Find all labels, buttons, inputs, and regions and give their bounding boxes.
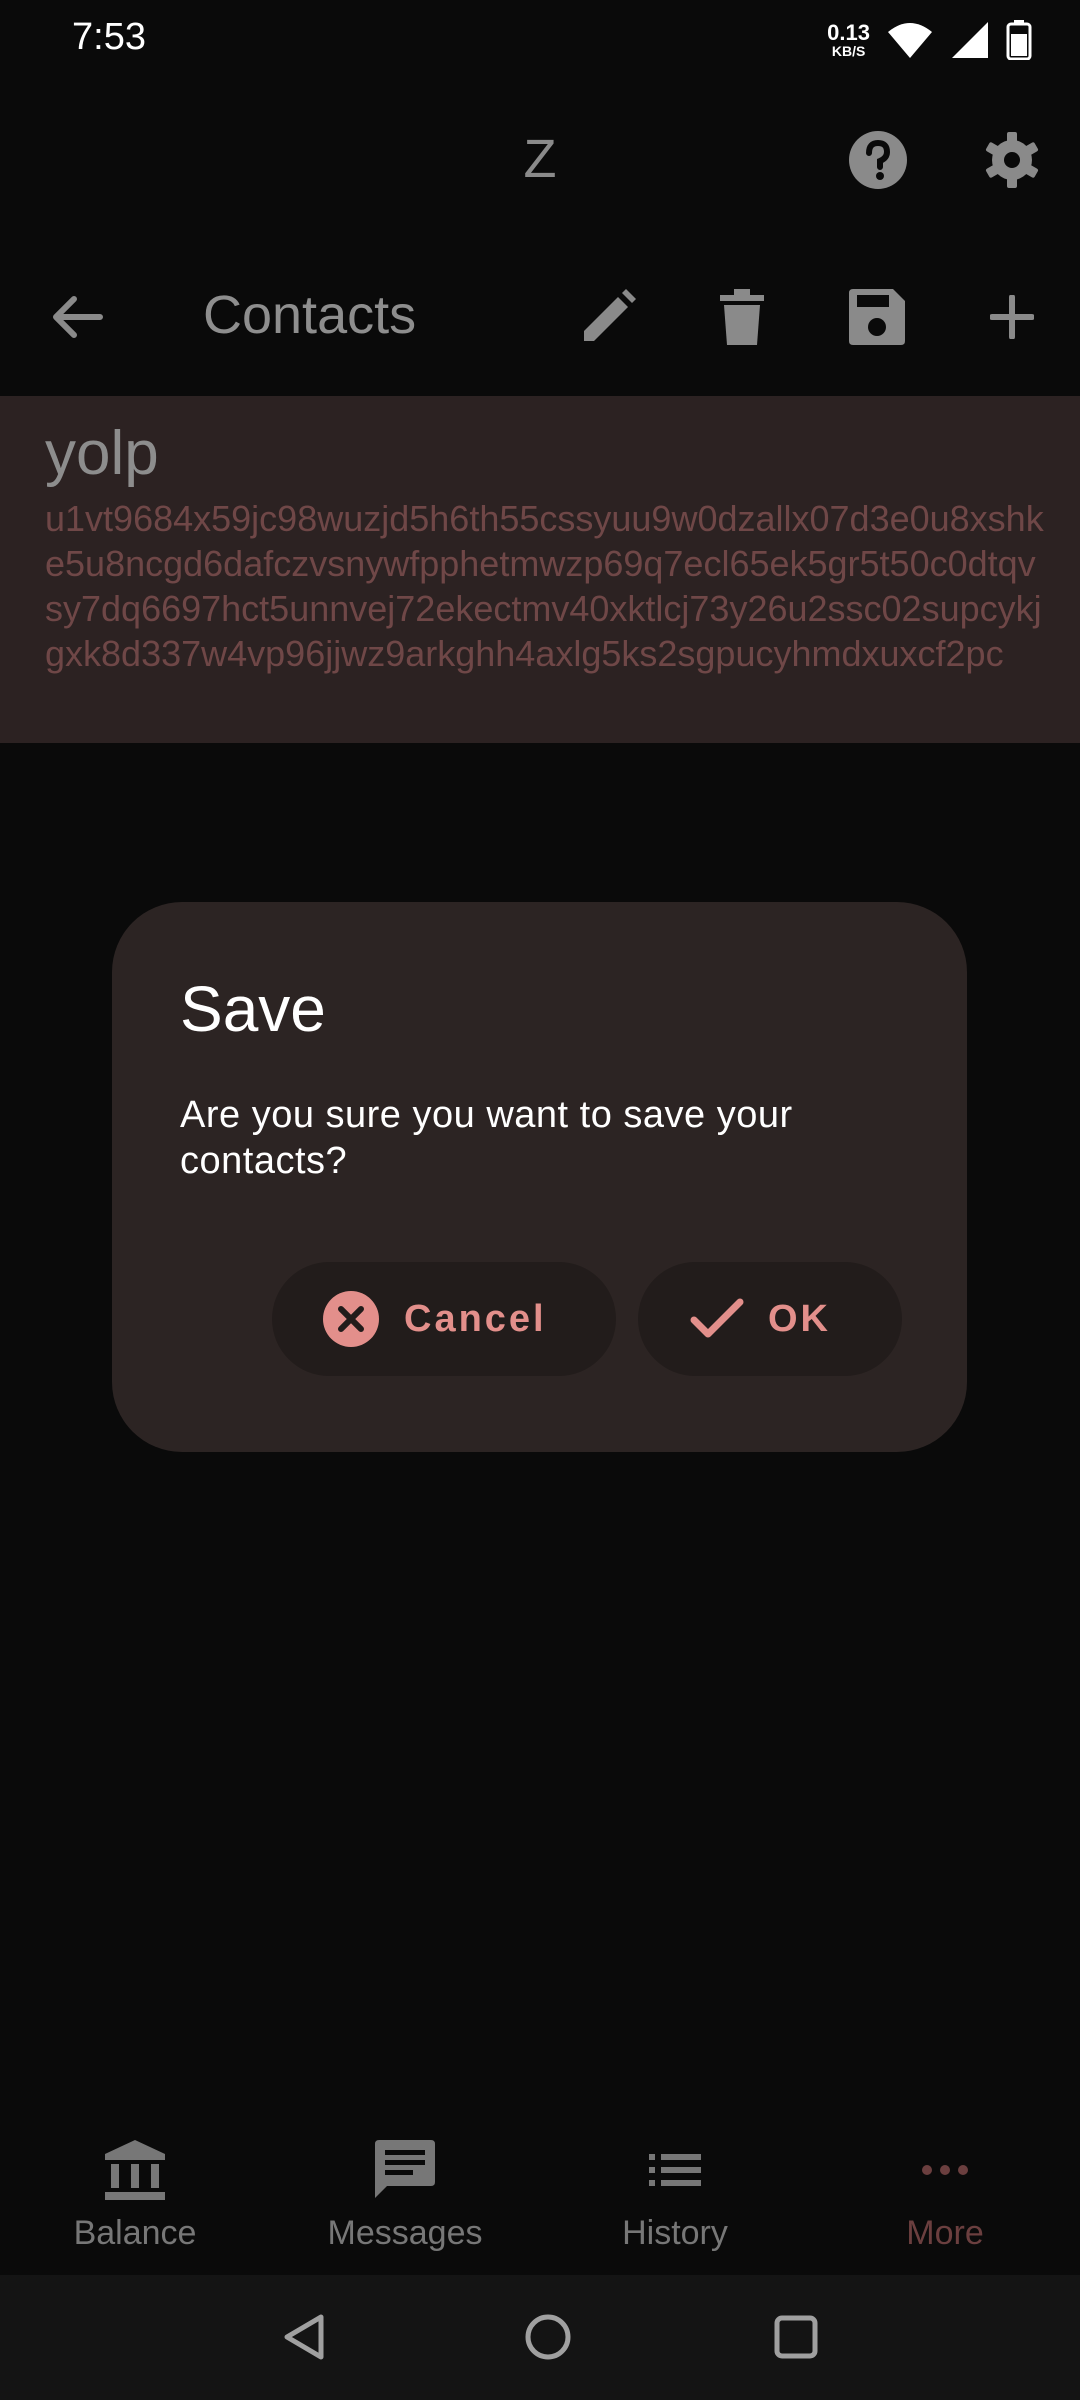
contact-list-item[interactable]: yolp u1vt9684x59jc98wuzjd5h6th55cssyuu9w… [0, 396, 1080, 743]
save-icon [849, 289, 905, 345]
more-dots-icon [922, 2165, 968, 2175]
help-button[interactable] [846, 128, 910, 192]
nav-item-messages[interactable]: Messages [270, 2140, 540, 2253]
list-icon [649, 2154, 701, 2186]
wifi-icon [888, 23, 932, 58]
net-speed-unit: KB/S [831, 43, 866, 59]
net-speed: 0.13 KB/S [827, 20, 870, 59]
back-button[interactable] [46, 285, 110, 349]
triangle-back-icon [284, 2314, 324, 2360]
dialog-message: Are you sure you want to save your conta… [180, 1094, 793, 1182]
cancel-button[interactable]: Cancel [272, 1262, 616, 1376]
add-icon [990, 295, 1034, 339]
arrow-back-icon [53, 296, 103, 338]
cancel-circle-icon [323, 1291, 379, 1347]
ok-button[interactable]: OK [638, 1262, 902, 1376]
save-dialog: Save Are you sure you want to save your … [112, 902, 967, 1452]
status-icons: 0.13 KB/S [827, 18, 1032, 62]
circle-home-icon [525, 2314, 571, 2360]
app-bar: Z [0, 100, 1080, 220]
square-recents-icon [774, 2315, 818, 2359]
message-icon [375, 2140, 435, 2198]
edit-icon [584, 289, 636, 341]
nav-item-balance[interactable]: Balance [0, 2140, 270, 2253]
nav-label-balance: Balance [73, 2214, 197, 2252]
system-recents-button[interactable] [764, 2305, 828, 2369]
dialog-title: Save [180, 973, 326, 1045]
delete-button[interactable] [710, 285, 774, 349]
nav-item-more[interactable]: More [810, 2140, 1080, 2253]
settings-button[interactable] [980, 128, 1044, 192]
system-home-button[interactable] [516, 2305, 580, 2369]
bottom-nav: Balance Messages History More [0, 2120, 1080, 2275]
toolbar-title: Contacts [203, 285, 417, 345]
signal-icon [952, 22, 988, 58]
nav-item-history[interactable]: History [540, 2140, 810, 2253]
ok-label: OK [768, 1297, 831, 1340]
nav-label-messages: Messages [327, 2214, 483, 2252]
gear-icon [985, 132, 1039, 188]
add-button[interactable] [980, 285, 1044, 349]
cancel-label: Cancel [404, 1297, 547, 1340]
app-title: Z [523, 129, 557, 189]
battery-icon [1006, 20, 1032, 60]
contacts-toolbar: Contacts [0, 262, 1080, 372]
save-button[interactable] [845, 285, 909, 349]
delete-icon [720, 289, 764, 345]
screen: 7:53 0.13 KB/S Z Contacts yolp u1vt9684x… [0, 0, 1080, 2400]
help-circle-icon [849, 131, 907, 189]
status-bar: 7:53 0.13 KB/S [0, 0, 1080, 80]
nav-label-history: History [622, 2214, 728, 2252]
nav-label-more: More [906, 2214, 984, 2252]
system-nav-bar [0, 2275, 1080, 2400]
contact-address: u1vt9684x59jc98wuzjd5h6th55cssyuu9w0dzal… [45, 498, 1044, 674]
net-speed-value: 0.13 [827, 20, 870, 45]
status-time: 7:53 [72, 16, 146, 58]
edit-button[interactable] [576, 285, 640, 349]
contact-name: yolp [45, 419, 159, 488]
system-back-button[interactable] [272, 2305, 336, 2369]
bank-icon [105, 2140, 165, 2200]
check-icon [690, 1298, 744, 1338]
